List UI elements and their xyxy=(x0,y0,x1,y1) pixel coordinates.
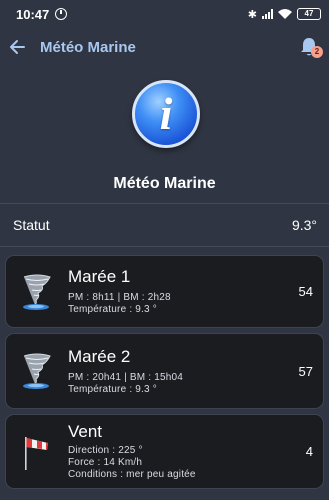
tide-card-1[interactable]: Marée 1 PM : 8h11 | BM : 2h28 Températur… xyxy=(5,255,324,328)
notification-badge: 2 xyxy=(311,46,323,58)
statut-value: 9.3° xyxy=(291,217,317,233)
card-body: Marée 1 PM : 8h11 | BM : 2h28 Températur… xyxy=(68,267,291,316)
back-arrow-icon[interactable] xyxy=(8,38,26,56)
tornado-icon xyxy=(18,273,56,311)
statut-label: Statut xyxy=(13,217,50,233)
status-bar: 10:47 ✱ 47 xyxy=(0,0,329,28)
status-icons: ✱ 47 xyxy=(248,8,321,21)
card-force: Force : 14 Km/h xyxy=(68,457,143,468)
hero-title: Météo Marine xyxy=(113,175,216,192)
card-conditions: Conditions : mer peu agitée xyxy=(68,469,196,480)
app-bar: Météo Marine 2 xyxy=(0,28,329,66)
card-value: 54 xyxy=(298,284,313,299)
tornado-icon xyxy=(18,352,56,390)
card-tide-times: PM : 8h11 | BM : 2h28 xyxy=(68,292,171,303)
card-body: Marée 2 PM : 20h41 | BM : 15h04 Températ… xyxy=(68,347,291,396)
signal-icon xyxy=(262,9,273,19)
tide-card-2[interactable]: Marée 2 PM : 20h41 | BM : 15h04 Températ… xyxy=(5,333,324,409)
card-body: Vent Direction : 225 ° Force : 14 Km/h C… xyxy=(68,422,298,481)
battery-icon: 47 xyxy=(297,8,321,20)
card-temperature: Température : 9.3 ° xyxy=(68,304,157,315)
status-time: 10:47 xyxy=(16,6,50,22)
divider xyxy=(0,246,329,247)
card-value: 57 xyxy=(298,363,313,379)
app-title: Météo Marine xyxy=(40,38,136,56)
card-direction: Direction : 225 ° xyxy=(68,445,143,456)
alarm-icon xyxy=(55,8,68,20)
statut-row[interactable]: Statut 9.3° xyxy=(0,205,329,245)
card-temperature: Température : 9.3 ° xyxy=(68,383,157,395)
info-icon: i xyxy=(132,80,200,148)
card-tide-times: PM : 20h41 | BM : 15h04 xyxy=(68,371,184,383)
wind-card[interactable]: Vent Direction : 225 ° Force : 14 Km/h C… xyxy=(5,414,324,489)
card-title: Vent xyxy=(68,422,103,441)
wifi-icon xyxy=(278,9,292,19)
notifications-button[interactable]: 2 xyxy=(297,34,323,60)
card-title: Marée 1 xyxy=(68,267,131,286)
divider xyxy=(0,203,329,204)
windsock-icon xyxy=(18,433,56,471)
card-value: 4 xyxy=(305,444,313,459)
bluetooth-icon: ✱ xyxy=(247,8,257,21)
card-title: Marée 2 xyxy=(68,346,131,366)
